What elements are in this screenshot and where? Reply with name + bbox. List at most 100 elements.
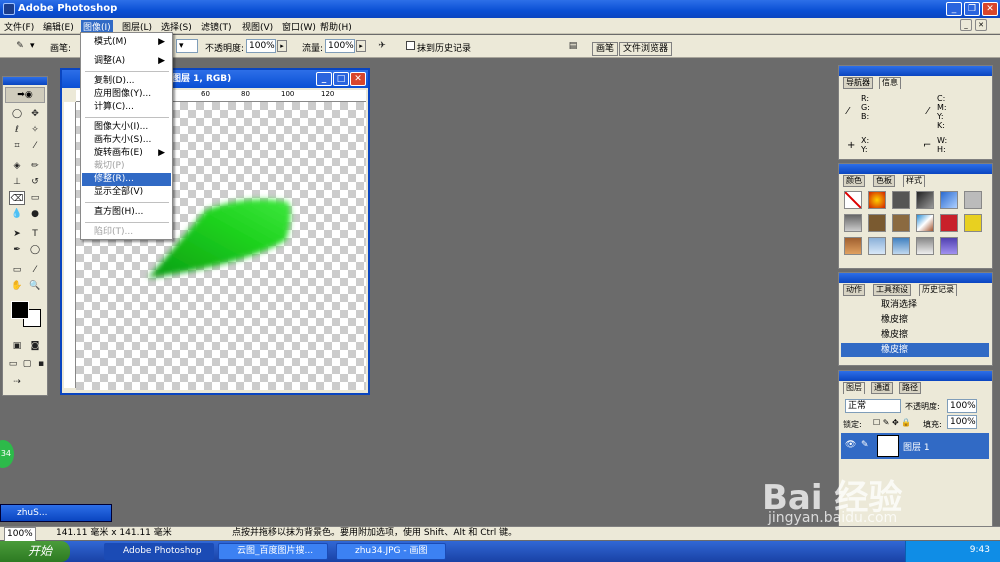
style-swatch[interactable]	[892, 237, 910, 255]
doc-window-minimize-icon[interactable]: _	[316, 72, 332, 86]
erase-history-checkbox[interactable]	[406, 41, 415, 50]
style-swatch[interactable]	[916, 214, 934, 232]
screen-mode-full-icon[interactable]: ▪	[33, 357, 49, 371]
tab-history[interactable]: 历史记录	[919, 284, 957, 296]
airbrush-icon[interactable]: ✈	[374, 39, 390, 53]
minimize-button[interactable]: _	[946, 2, 962, 16]
eraser-tool-icon[interactable]: ⌫	[9, 191, 25, 205]
tab-layers[interactable]: 图层	[843, 382, 865, 394]
flow-input[interactable]: 100%	[325, 39, 355, 53]
menu-help[interactable]: 帮助(H)	[320, 20, 352, 33]
style-none-swatch[interactable]	[844, 191, 862, 209]
tab-color[interactable]: 颜色	[843, 175, 865, 187]
doc-minimize-icon[interactable]: _	[960, 19, 972, 31]
style-swatch[interactable]	[916, 191, 934, 209]
history-brush-icon[interactable]: ↺	[27, 175, 43, 189]
lock-icons[interactable]: ☐ ✎ ✥ 🔒	[873, 418, 911, 427]
menu-file[interactable]: 文件(F)	[4, 20, 34, 33]
healing-brush-icon[interactable]: ◈	[9, 159, 25, 173]
tab-styles[interactable]: 样式	[903, 175, 925, 187]
menu-view[interactable]: 视图(V)	[242, 20, 273, 33]
zoom-tool-icon[interactable]: 🔍	[27, 279, 43, 293]
hand-tool-icon[interactable]: ✋	[9, 279, 25, 293]
standard-mode-icon[interactable]: ▣	[9, 339, 25, 353]
history-item-eraser-selected[interactable]: 橡皮擦	[841, 343, 989, 357]
opacity-arrow-icon[interactable]: ▸	[277, 40, 287, 52]
menu-item-canvas-size[interactable]: 画布大小(S)...	[82, 134, 171, 147]
tab-navigator[interactable]: 导航器	[843, 77, 873, 89]
style-swatch[interactable]	[868, 191, 886, 209]
style-swatch[interactable]	[940, 214, 958, 232]
jump-to-imageready-icon[interactable]: ⇢	[9, 375, 25, 389]
quick-mask-icon[interactable]: ◙	[27, 339, 43, 353]
magic-wand-icon[interactable]: ✧	[27, 123, 43, 137]
stamp-tool-icon[interactable]: ⊥	[9, 175, 25, 189]
lasso-tool-icon[interactable]: ℓ	[9, 123, 25, 137]
doc-window-maximize-icon[interactable]: □	[333, 72, 349, 86]
taskbar-browser[interactable]: 云图_百度图片搜...	[218, 543, 328, 560]
foreground-color-swatch[interactable]	[11, 301, 29, 319]
gradient-tool-icon[interactable]: ▭	[27, 191, 43, 205]
close-button[interactable]: ✕	[982, 2, 998, 16]
eraser-tool-icon[interactable]: ✎	[12, 39, 28, 53]
side-badge[interactable]: 34	[0, 440, 14, 468]
tab-tool-presets[interactable]: 工具预设	[873, 284, 911, 296]
brush-tool-icon[interactable]: ✏	[27, 159, 43, 173]
menu-item-reveal-all[interactable]: 显示全部(V)	[82, 186, 171, 199]
path-selection-icon[interactable]: ➤	[9, 227, 25, 241]
style-swatch[interactable]	[844, 237, 862, 255]
restore-button[interactable]: ❐	[964, 2, 980, 16]
tool-dropdown-icon[interactable]: ▾	[30, 41, 35, 51]
move-tool-icon[interactable]: ✥	[27, 107, 43, 121]
menu-item-trim[interactable]: 修整(R)...	[82, 173, 171, 186]
type-tool-icon[interactable]: T	[27, 227, 43, 241]
style-swatch[interactable]	[892, 214, 910, 232]
style-swatch[interactable]	[964, 191, 982, 209]
fill-input[interactable]: 100%	[947, 415, 977, 429]
pen-tool-icon[interactable]: ✒	[9, 243, 25, 257]
menu-item-rotate-canvas[interactable]: 旋转画布(E) ▶	[82, 147, 171, 160]
layer-opacity-input[interactable]: 100%	[947, 399, 977, 413]
menu-filter[interactable]: 滤镜(T)	[201, 20, 232, 33]
style-swatch[interactable]	[940, 191, 958, 209]
dodge-tool-icon[interactable]: ●	[27, 207, 43, 221]
menu-item-adjust[interactable]: 调整(A) ▶	[82, 55, 171, 68]
tab-brush[interactable]: 画笔	[592, 42, 619, 56]
menu-item-image-size[interactable]: 图像大小(I)...	[82, 121, 171, 134]
style-swatch[interactable]	[940, 237, 958, 255]
notes-tool-icon[interactable]: ▭	[9, 263, 25, 277]
style-swatch[interactable]	[916, 237, 934, 255]
tab-actions[interactable]: 动作	[843, 284, 865, 296]
taskbar-paint[interactable]: zhu34.JPG - 画图	[336, 543, 446, 560]
history-item-eraser[interactable]: 橡皮擦	[841, 313, 989, 327]
menu-item-calculations[interactable]: 计算(C)...	[82, 101, 171, 114]
style-swatch[interactable]	[868, 214, 886, 232]
menu-item-duplicate[interactable]: 复制(D)...	[82, 75, 171, 88]
style-swatch[interactable]	[964, 214, 982, 232]
doc-window-close-icon[interactable]: ✕	[350, 72, 366, 86]
eye-icon[interactable]: 👁	[845, 440, 856, 450]
photoshop-logo-icon[interactable]: ➡◉	[5, 87, 45, 103]
menu-item-mode[interactable]: 模式(M) ▶	[82, 36, 171, 49]
opacity-input[interactable]: 100%	[246, 39, 276, 53]
menu-item-histogram[interactable]: 直方图(H)...	[82, 206, 171, 219]
layer-row-selected[interactable]: 👁 ✎ 图层 1	[841, 433, 989, 459]
style-swatch[interactable]	[892, 191, 910, 209]
start-button[interactable]: 开始	[0, 541, 70, 562]
tab-paths[interactable]: 路径	[899, 382, 921, 394]
taskbar-photoshop[interactable]: Adobe Photoshop	[104, 543, 214, 560]
tab-info[interactable]: 信息	[879, 77, 901, 89]
minimized-document[interactable]: zhuS...	[0, 504, 112, 522]
style-swatch[interactable]	[844, 214, 862, 232]
shape-tool-icon[interactable]: ◯	[27, 243, 43, 257]
eyedropper-icon[interactable]: ⁄	[27, 263, 43, 277]
palette-well-icon[interactable]: ▤	[565, 39, 581, 53]
crop-tool-icon[interactable]: ⌗	[9, 139, 25, 153]
menu-edit[interactable]: 编辑(E)	[43, 20, 74, 33]
tab-channels[interactable]: 通道	[871, 382, 893, 394]
blend-mode-select[interactable]: 正常	[845, 399, 901, 413]
tab-swatches[interactable]: 色板	[873, 175, 895, 187]
style-swatch[interactable]	[868, 237, 886, 255]
menu-item-apply-image[interactable]: 应用图像(Y)...	[82, 88, 171, 101]
slice-tool-icon[interactable]: ⁄	[27, 139, 43, 153]
